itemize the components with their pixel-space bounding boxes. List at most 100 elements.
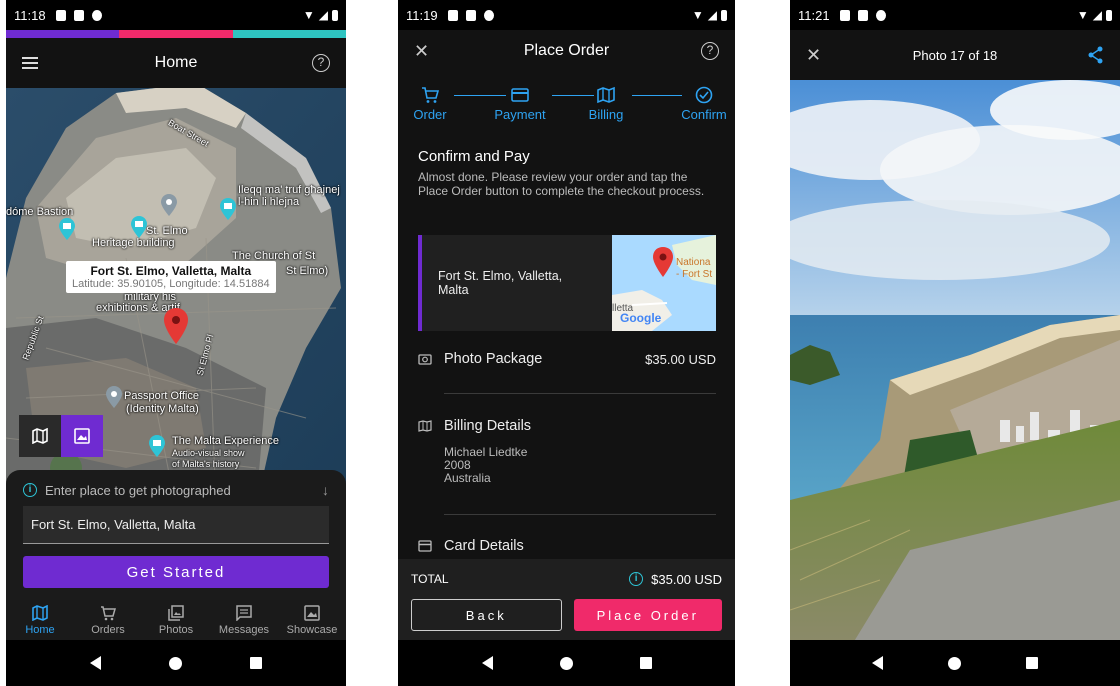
close-icon[interactable]: ✕	[806, 45, 821, 66]
step-label: Confirm	[681, 107, 727, 122]
card-details-row[interactable]: Card Details	[418, 538, 716, 554]
close-icon[interactable]: ✕	[414, 41, 429, 62]
billing-country: Australia	[444, 471, 491, 485]
check-circle-icon	[695, 86, 713, 104]
order-app-bar: ✕ Place Order ?	[398, 30, 735, 72]
location-info-window[interactable]: Fort St. Elmo, Valletta, Malta Latitude:…	[66, 261, 276, 293]
image-icon	[74, 428, 90, 444]
message-icon	[236, 604, 252, 621]
poi-marker-icon[interactable]	[149, 435, 165, 457]
total-label: TOTAL	[411, 572, 449, 586]
confirm-title: Confirm and Pay	[418, 148, 530, 165]
tab-photos[interactable]: Photos	[146, 604, 206, 636]
location-icon	[447, 9, 458, 21]
coastal-photo[interactable]	[790, 80, 1120, 648]
status-time: 11:21	[798, 7, 830, 23]
landscape-photo-graphic	[790, 80, 1120, 648]
poi-marker-icon[interactable]	[59, 218, 75, 240]
cart-icon	[422, 87, 439, 103]
home-nav-icon[interactable]	[559, 656, 573, 670]
wifi-icon: ▼	[691, 8, 704, 22]
status-bar: 11:21 ▼ ◢	[790, 0, 1120, 30]
place-input[interactable]: Fort St. Elmo, Valletta, Malta	[23, 506, 329, 544]
map-icon	[597, 86, 615, 104]
photo-viewer-screen: 11:21 ▼ ◢ ✕ Photo 17 of 18	[790, 0, 1120, 686]
arrow-down-icon[interactable]: ↓	[322, 482, 329, 498]
map-label-history: of Malta's history	[172, 459, 240, 469]
order-place-name: Fort St. Elmo, Valletta, Malta	[438, 269, 563, 297]
poi-marker-icon[interactable]	[131, 216, 147, 238]
back-nav-icon[interactable]	[90, 656, 101, 670]
photo-package-row: Photo Package $35.00 USD	[418, 351, 716, 367]
tab-messages[interactable]: Messages	[214, 604, 274, 636]
tab-orders[interactable]: Orders	[78, 605, 138, 636]
share-icon[interactable]	[1088, 46, 1104, 64]
location-icon	[55, 9, 66, 21]
sd-card-icon	[73, 9, 84, 21]
map-type-toggle	[19, 415, 103, 457]
google-logo: Google	[620, 311, 662, 325]
mini-map-text-2: - Fort St	[676, 269, 713, 280]
satellite-view-button[interactable]	[61, 415, 103, 457]
tab-label: Messages	[218, 623, 270, 636]
bottom-tab-bar: Home Orders Photos Messages Showcase	[6, 600, 346, 640]
map-view-button[interactable]	[19, 415, 61, 457]
help-icon[interactable]: ?	[312, 54, 330, 72]
help-icon[interactable]: ?	[701, 42, 719, 60]
menu-icon[interactable]	[22, 57, 38, 69]
total-amount: $35.00 USD	[651, 571, 722, 587]
poi-marker-icon[interactable]	[161, 194, 177, 216]
step-order[interactable]: Order	[412, 86, 448, 122]
place-order-button[interactable]: Place Order	[573, 599, 722, 631]
step-confirm[interactable]: Confirm	[678, 86, 730, 122]
poi-marker-icon[interactable]	[106, 386, 122, 408]
card-icon	[511, 88, 529, 102]
tab-label: Orders	[91, 623, 125, 636]
signal-icon: ◢	[318, 8, 328, 22]
status-bar: 11:19 ▼ ◢	[398, 0, 735, 30]
location-pin-icon[interactable]	[164, 308, 188, 344]
step-label: Order	[413, 107, 447, 122]
map-label-church-2: St Elmo)	[286, 265, 329, 277]
recents-nav-icon[interactable]	[250, 657, 262, 669]
map-label-identity: (Identity Malta)	[126, 403, 199, 415]
sync-icon	[91, 9, 102, 21]
map-label-malta-experience: The Malta Experience	[172, 435, 279, 447]
back-nav-icon[interactable]	[481, 656, 493, 670]
step-billing[interactable]: Billing	[584, 86, 628, 122]
tab-home[interactable]: Home	[10, 604, 70, 636]
info-icon[interactable]: i	[629, 572, 644, 586]
home-nav-icon[interactable]	[947, 656, 961, 670]
satellite-map[interactable]: dóme Bastion St. Elmo Heritage building …	[6, 88, 346, 508]
info-icon: i	[23, 483, 37, 497]
poi-marker-icon[interactable]	[220, 198, 236, 220]
tab-showcase[interactable]: Showcase	[282, 604, 342, 636]
recents-nav-icon[interactable]	[1025, 657, 1038, 669]
status-bar: 11:18 ▼ ◢	[6, 0, 346, 30]
system-nav-bar	[398, 640, 735, 686]
map-label-passport: Passport Office	[124, 390, 199, 402]
place-hint: Enter place to get photographed	[45, 482, 231, 498]
sync-icon	[483, 9, 494, 21]
card-icon	[418, 540, 432, 552]
tab-label: Home	[25, 623, 55, 636]
status-time: 11:19	[406, 7, 438, 23]
map-label-st-elmo: St. Elmo	[146, 225, 188, 237]
step-payment[interactable]: Payment	[492, 86, 548, 122]
location-mini-map[interactable]: Nationa - Fort St lletta Google	[612, 235, 716, 331]
billing-details-row[interactable]: Billing Details	[418, 418, 716, 434]
checkout-stepper: Order Payment Billing Confirm	[412, 86, 727, 126]
get-started-button[interactable]: Get Started	[23, 556, 329, 588]
mini-map-text-1: Nationa	[676, 257, 711, 268]
tab-label: Photos	[158, 623, 194, 636]
back-nav-icon[interactable]	[872, 656, 884, 670]
step-label: Billing	[588, 107, 624, 122]
photo-package-label: Photo Package	[444, 351, 543, 367]
sync-icon	[875, 9, 886, 21]
recents-nav-icon[interactable]	[639, 657, 652, 669]
home-nav-icon[interactable]	[169, 656, 182, 670]
sd-card-icon	[857, 9, 868, 21]
confirm-description: Almost done. Please review your order an…	[418, 170, 705, 198]
back-button[interactable]: Back	[411, 599, 562, 631]
map-label-ilhin: l-hin li hlejna	[238, 196, 300, 208]
